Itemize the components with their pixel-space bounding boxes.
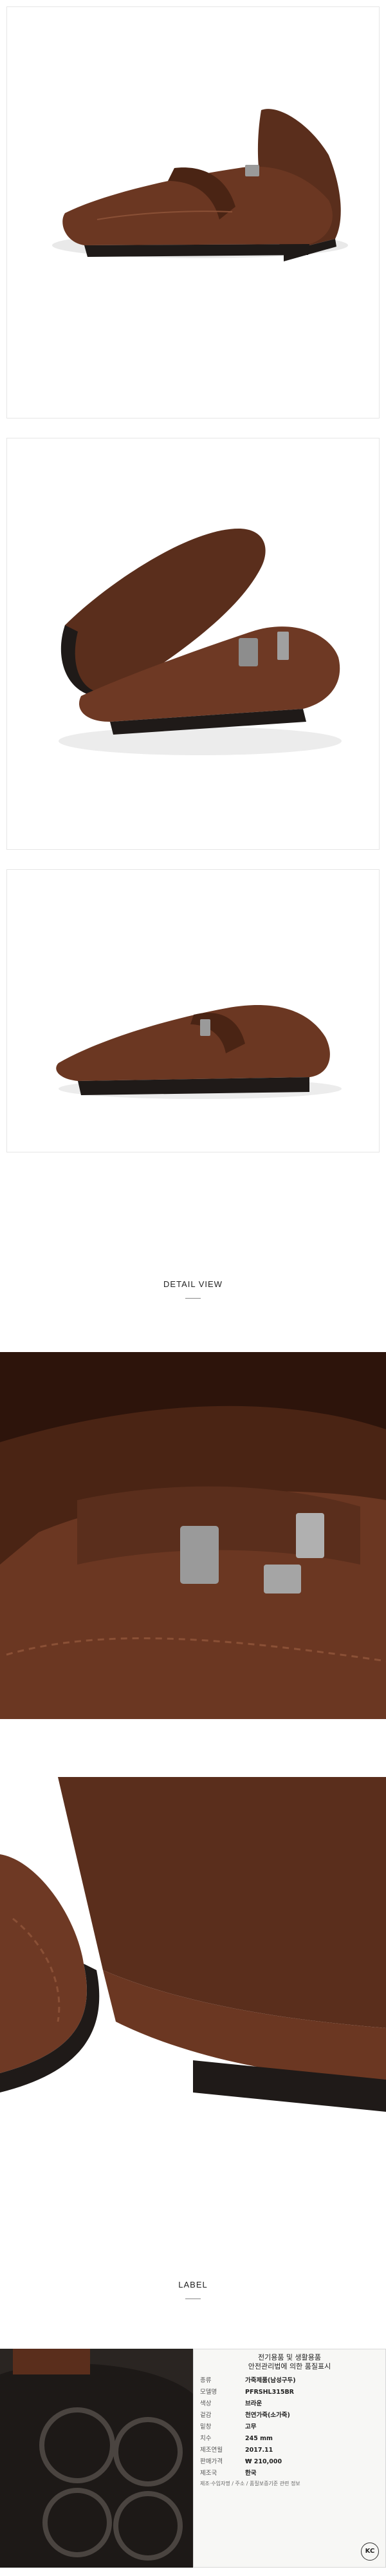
product-photo-2 [6, 438, 380, 850]
label-row: 밑창 고무 [200, 2423, 257, 2430]
product-photo-1 [6, 6, 380, 418]
detail-photo-buckle [0, 1352, 386, 1719]
detail-view-heading: DETAIL VIEW [163, 1279, 223, 1289]
shoe-profile-image [56, 1005, 342, 1099]
outsole-image [0, 2349, 193, 2568]
label-row: 겉감 천연가죽(소가죽) [200, 2411, 290, 2419]
label-title-line-1: 전기용품 및 생활용품 [257, 2353, 322, 2362]
product-photo-3 [6, 869, 380, 1152]
label-row: 치수 245 mm [200, 2434, 273, 2442]
shoe-pair-view-image [59, 529, 342, 755]
label-row: 모델명 PFRSHL315BR [200, 2388, 294, 2396]
label-footnote: 제조·수입자명 / 주소 / 품질보증기준 관련 정보 [200, 2480, 300, 2487]
shoe-side-view-image [52, 109, 348, 261]
label-row: 색상 브라운 [200, 2400, 262, 2407]
label-heading: LABEL [178, 2280, 208, 2289]
label-row: 제조국 한국 [200, 2469, 257, 2477]
label-row: 종류 가죽제품(남성구두) [200, 2376, 296, 2384]
label-row: 판매가격 ₩ 210,000 [200, 2458, 282, 2465]
outsole-photo [0, 2349, 193, 2568]
label-title-line-2: 안전관리법에 의한 품질표시 [248, 2362, 331, 2371]
kc-certification-icon: KC [361, 2543, 379, 2561]
buckle-closeup-image [0, 1352, 386, 1719]
label-row: 제조연월 2017.11 [200, 2446, 273, 2454]
detail-photo-toe [0, 1777, 386, 2189]
detail-view-divider [185, 1298, 201, 1299]
product-label-card: 전기용품 및 생활용품 안전관리법에 의한 품질표시 종류 가죽제품(남성구두) … [193, 2349, 386, 2568]
toe-heel-closeup-image [0, 1777, 386, 2189]
